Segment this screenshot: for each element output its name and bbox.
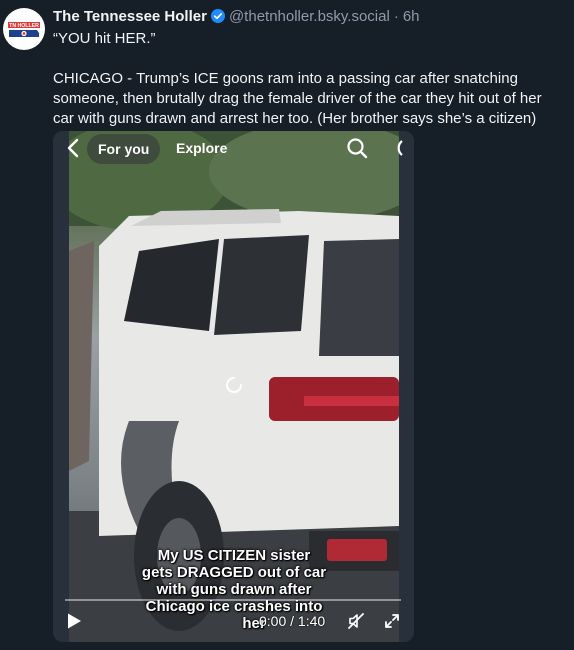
chevron-left-icon[interactable] bbox=[65, 137, 81, 159]
video-topbar: For you Explore bbox=[53, 131, 414, 167]
video-embed[interactable]: For you Explore My US CITIZEN sister get… bbox=[53, 131, 414, 642]
separator-dot: · bbox=[393, 7, 399, 25]
tab-explore[interactable]: Explore bbox=[176, 140, 227, 156]
post-time[interactable]: 6h bbox=[403, 8, 420, 25]
tab-for-you[interactable]: For you bbox=[87, 134, 161, 164]
author-name[interactable]: The Tennessee Holler bbox=[53, 8, 207, 25]
verified-check-icon bbox=[210, 9, 225, 23]
caption-line: gets DRAGGED out of car bbox=[141, 564, 327, 581]
caption-line: with guns drawn after bbox=[156, 581, 312, 598]
loading-spinner-icon bbox=[226, 377, 242, 393]
caption-line: My US CITIZEN sister bbox=[157, 547, 311, 564]
search-icon[interactable] bbox=[346, 137, 368, 159]
post-header: The Tennessee Holler @thetnholler.bsky.s… bbox=[53, 6, 420, 26]
video-letterbox-right bbox=[399, 131, 414, 642]
muted-speaker-icon[interactable] bbox=[347, 612, 365, 630]
fullscreen-icon[interactable] bbox=[383, 612, 401, 630]
avatar[interactable]: TN HOLLER bbox=[3, 8, 45, 50]
svg-text:TN HOLLER: TN HOLLER bbox=[9, 23, 39, 29]
play-icon[interactable] bbox=[66, 612, 82, 630]
partial-circle-icon[interactable] bbox=[386, 138, 406, 158]
post-quote-line: “YOU hit HER.” bbox=[53, 30, 156, 47]
video-letterbox-left bbox=[53, 131, 69, 642]
post-text: “YOU hit HER.” CHICAGO - Trump’s ICE goo… bbox=[53, 29, 565, 129]
video-controls: 0:00 / 1:40 bbox=[53, 601, 414, 641]
post-body: CHICAGO - Trump’s ICE goons ram into a p… bbox=[53, 70, 542, 127]
video-time: 0:00 / 1:40 bbox=[259, 613, 326, 629]
tn-holler-logo: TN HOLLER bbox=[8, 22, 40, 37]
author-handle[interactable]: @thetnholler.bsky.social bbox=[229, 8, 390, 25]
